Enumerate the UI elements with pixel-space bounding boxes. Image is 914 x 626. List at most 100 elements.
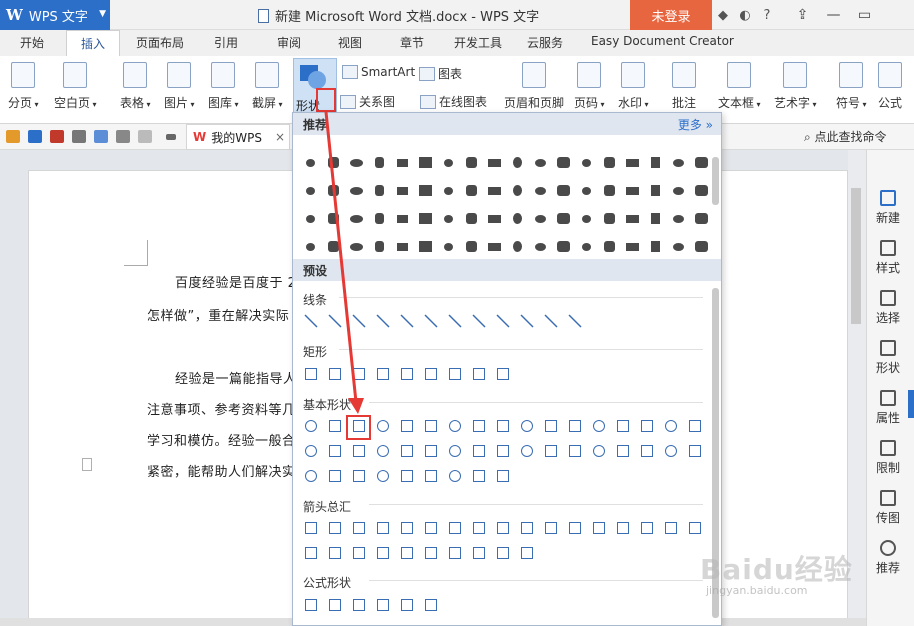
- shape-option[interactable]: [375, 520, 391, 536]
- print-icon[interactable]: [72, 130, 86, 143]
- shape-option[interactable]: [510, 239, 525, 254]
- shape-option[interactable]: [533, 239, 548, 254]
- shape-option[interactable]: [418, 239, 433, 254]
- shape-option[interactable]: [327, 597, 343, 613]
- shape-option[interactable]: [671, 239, 686, 254]
- shape-option[interactable]: [663, 418, 679, 434]
- shape-option[interactable]: [372, 183, 387, 198]
- watermark-button[interactable]: 水印: [618, 62, 649, 111]
- find-command[interactable]: ⌕ 点此查找命令: [804, 128, 887, 145]
- shape-option[interactable]: [375, 545, 391, 561]
- panel-style[interactable]: 样式: [867, 240, 909, 276]
- shape-option[interactable]: [639, 520, 655, 536]
- shape-option[interactable]: [303, 366, 319, 382]
- shape-option[interactable]: [602, 155, 617, 170]
- shape-option[interactable]: [602, 183, 617, 198]
- recommended-scrollbar[interactable]: [712, 157, 719, 205]
- document-note-icon[interactable]: [82, 458, 92, 471]
- shape-option[interactable]: [556, 183, 571, 198]
- scrollbar-thumb[interactable]: [851, 188, 861, 324]
- tab-section[interactable]: 章节: [400, 34, 424, 51]
- shape-option[interactable]: [303, 545, 319, 561]
- shape-option[interactable]: [671, 211, 686, 226]
- table-button[interactable]: 表格: [120, 62, 151, 111]
- shape-option[interactable]: [349, 239, 364, 254]
- comment-button[interactable]: 批注: [672, 62, 696, 111]
- shape-option[interactable]: [591, 520, 607, 536]
- close-icon[interactable]: ×: [275, 130, 285, 144]
- shape-option[interactable]: [519, 545, 535, 561]
- shape-option[interactable]: [349, 183, 364, 198]
- line-option[interactable]: [375, 313, 391, 329]
- shape-option[interactable]: [447, 443, 463, 459]
- tab-review[interactable]: 审阅: [277, 34, 301, 51]
- shape-option[interactable]: [375, 366, 391, 382]
- line-option[interactable]: [567, 313, 583, 329]
- shape-option[interactable]: [441, 183, 456, 198]
- redo-icon[interactable]: [138, 130, 152, 143]
- panel-upload[interactable]: 传图: [867, 490, 909, 526]
- shape-option[interactable]: [625, 239, 640, 254]
- shape-option[interactable]: [648, 211, 663, 226]
- line-option[interactable]: [351, 313, 367, 329]
- shape-option[interactable]: [464, 155, 479, 170]
- shape-option[interactable]: [579, 183, 594, 198]
- shape-option[interactable]: [543, 418, 559, 434]
- shape-option[interactable]: [602, 239, 617, 254]
- shape-option[interactable]: [602, 211, 617, 226]
- shape-option[interactable]: [375, 418, 391, 434]
- chart-button[interactable]: 图表: [419, 65, 462, 82]
- shape-option[interactable]: [533, 211, 548, 226]
- shape-option[interactable]: [495, 366, 511, 382]
- shape-option[interactable]: [303, 418, 319, 434]
- shape-option[interactable]: [303, 155, 318, 170]
- shape-option[interactable]: [395, 155, 410, 170]
- shape-option[interactable]: [510, 211, 525, 226]
- shape-option[interactable]: [487, 239, 502, 254]
- shape-option[interactable]: [349, 155, 364, 170]
- shape-option[interactable]: [694, 239, 709, 254]
- shape-option[interactable]: [303, 211, 318, 226]
- shape-option[interactable]: [556, 239, 571, 254]
- save-icon[interactable]: [28, 130, 42, 143]
- shape-option[interactable]: [351, 443, 367, 459]
- shape-option[interactable]: [533, 183, 548, 198]
- shape-option[interactable]: [615, 443, 631, 459]
- shape-option[interactable]: [687, 418, 703, 434]
- shape-option[interactable]: [399, 468, 415, 484]
- shape-option[interactable]: [591, 418, 607, 434]
- shape-option[interactable]: [510, 155, 525, 170]
- line-option[interactable]: [471, 313, 487, 329]
- textbox-button[interactable]: 文本框: [718, 62, 761, 111]
- tab-easy-document[interactable]: Easy Document Creator: [591, 34, 734, 48]
- shape-option[interactable]: [418, 183, 433, 198]
- shape-option[interactable]: [327, 545, 343, 561]
- shape-option[interactable]: [326, 155, 341, 170]
- tab-developer[interactable]: 开发工具: [454, 34, 502, 51]
- panel-recommend[interactable]: 推荐: [867, 540, 909, 576]
- shape-option[interactable]: [556, 211, 571, 226]
- line-option[interactable]: [495, 313, 511, 329]
- page-break-button[interactable]: 分页: [8, 62, 39, 111]
- shape-option[interactable]: [418, 155, 433, 170]
- shape-option[interactable]: [399, 418, 415, 434]
- shape-option[interactable]: [447, 366, 463, 382]
- shape-option[interactable]: [351, 597, 367, 613]
- shape-option[interactable]: [303, 468, 319, 484]
- shape-option[interactable]: [579, 155, 594, 170]
- shape-option[interactable]: [327, 366, 343, 382]
- formula-button[interactable]: 公式: [878, 62, 902, 111]
- skin-icon[interactable]: ◆: [712, 8, 734, 23]
- shape-option[interactable]: [399, 520, 415, 536]
- shape-option[interactable]: [349, 211, 364, 226]
- customize-icon[interactable]: [166, 134, 176, 140]
- symbol-button[interactable]: 符号: [836, 62, 867, 111]
- shape-option[interactable]: [519, 418, 535, 434]
- line-option[interactable]: [423, 313, 439, 329]
- shape-option[interactable]: [447, 468, 463, 484]
- shape-option[interactable]: [687, 443, 703, 459]
- shape-option[interactable]: [464, 183, 479, 198]
- shape-option[interactable]: [375, 597, 391, 613]
- shape-option[interactable]: [326, 239, 341, 254]
- shape-option[interactable]: [487, 211, 502, 226]
